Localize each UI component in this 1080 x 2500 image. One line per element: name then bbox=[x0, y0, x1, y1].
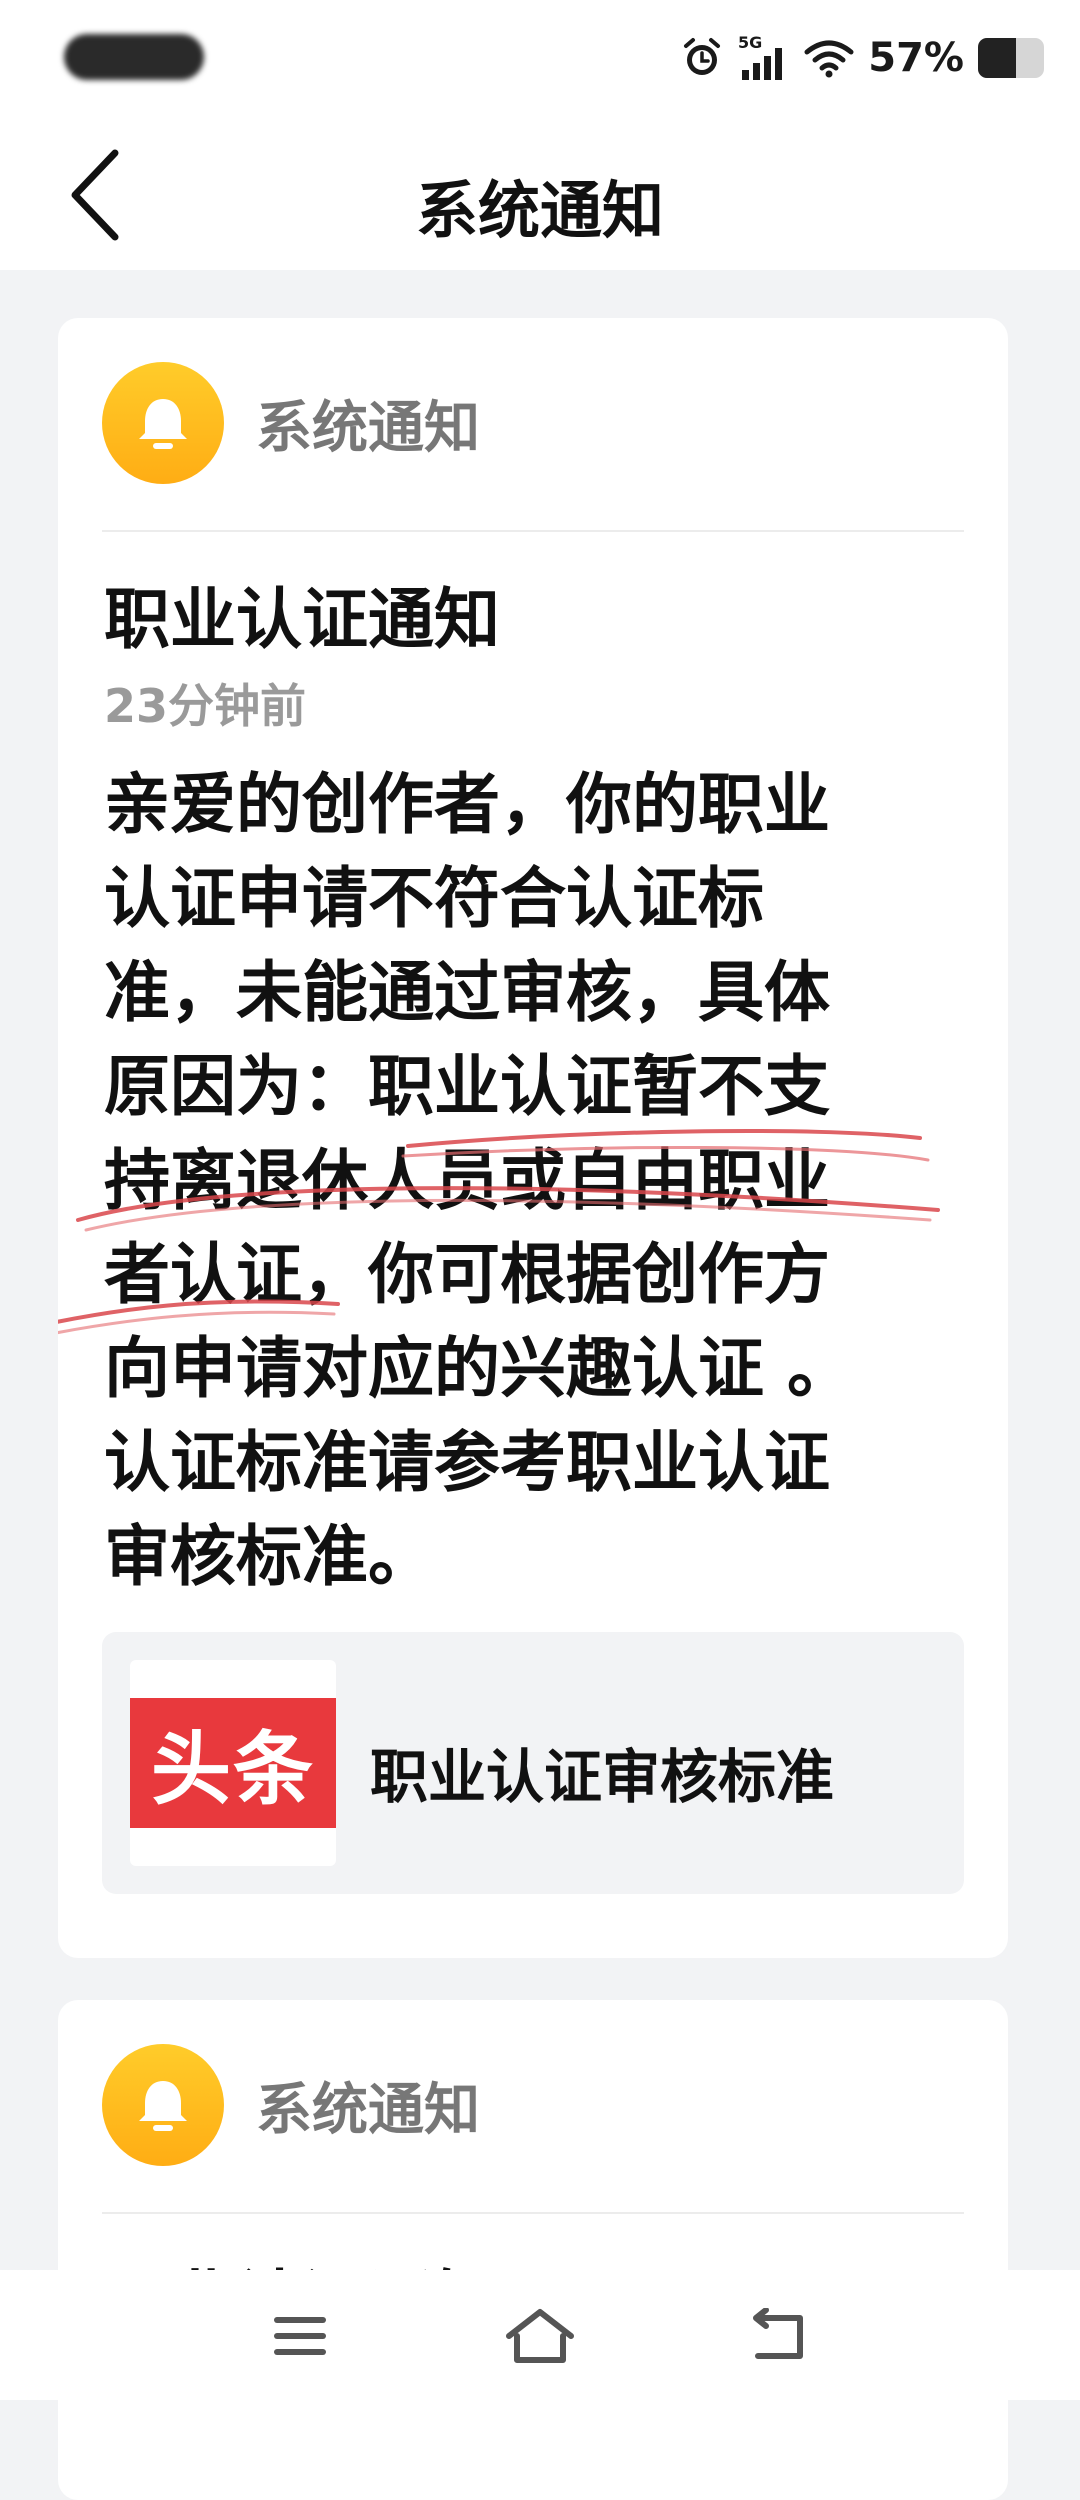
link-label: 职业认证审核标准 bbox=[370, 1743, 835, 1811]
body-line: 认证申请不符合认证标 bbox=[104, 860, 764, 937]
card-header: 系统通知 bbox=[102, 362, 480, 484]
system-nav-bar bbox=[0, 2270, 1080, 2400]
app-header: 系统通知 bbox=[0, 120, 1080, 270]
body-line: 持离退休人员或自由职业 bbox=[104, 1142, 830, 1219]
divider bbox=[102, 2212, 964, 2214]
status-icons: 5G 57% bbox=[680, 30, 1044, 86]
notification-time: 23分钟前 bbox=[104, 679, 307, 733]
notification-card[interactable]: 系统通知 职业认证通知 23分钟前 亲爱的创作者，你的职业 认证申请不符合认证标… bbox=[58, 318, 1008, 1958]
body-line: 向申请对应的兴趣认证 。 bbox=[104, 1330, 853, 1407]
notification-title: 职业认证通知 bbox=[104, 581, 500, 658]
back-nav-button[interactable] bbox=[735, 2298, 825, 2378]
wifi-icon bbox=[804, 38, 854, 78]
standards-link-card[interactable]: 头条 职业认证审核标准 bbox=[102, 1632, 964, 1894]
back-icon bbox=[748, 2307, 812, 2368]
page-title: 系统通知 bbox=[415, 174, 664, 247]
signal-5g-icon: 5G bbox=[738, 34, 790, 82]
menu-button[interactable] bbox=[255, 2298, 345, 2378]
battery-level bbox=[978, 38, 1016, 78]
divider bbox=[102, 530, 964, 532]
card-header: 系统通知 bbox=[102, 2044, 480, 2166]
notification-source: 系统通知 bbox=[256, 2077, 480, 2143]
network-label: 5G bbox=[738, 34, 762, 52]
notification-body: 亲爱的创作者，你的职业 认证申请不符合认证标 准，未能通过审核，具体 原因为：职… bbox=[104, 758, 984, 1604]
body-line: 准，未能通过审核，具体 bbox=[104, 954, 830, 1031]
toutiao-logo: 头条 bbox=[130, 1698, 336, 1828]
notification-source: 系统通知 bbox=[256, 395, 480, 461]
body-line: 原因为：职业认证暂不支 bbox=[104, 1048, 830, 1125]
body-line: 者认证，你可根据创作方 bbox=[104, 1236, 830, 1313]
notification-card[interactable]: 系统通知 职业认证通知 bbox=[58, 2000, 1008, 2500]
alarm-icon bbox=[680, 36, 724, 80]
body-line: 亲爱的创作者，你的职业 bbox=[104, 766, 830, 843]
home-button[interactable] bbox=[495, 2298, 585, 2378]
battery-percent: 57% bbox=[868, 35, 964, 81]
bell-icon bbox=[102, 362, 224, 484]
status-bar: 5G 57% bbox=[0, 0, 1080, 120]
battery-icon bbox=[978, 38, 1044, 78]
body-line: 认证标准请参考职业认证 bbox=[104, 1424, 830, 1501]
blurred-carrier bbox=[64, 34, 204, 80]
menu-icon bbox=[270, 2311, 330, 2365]
body-line: 审核标准。 bbox=[104, 1518, 434, 1595]
home-icon bbox=[503, 2306, 577, 2370]
link-thumbnail: 头条 bbox=[130, 1660, 336, 1866]
bell-icon bbox=[102, 2044, 224, 2166]
